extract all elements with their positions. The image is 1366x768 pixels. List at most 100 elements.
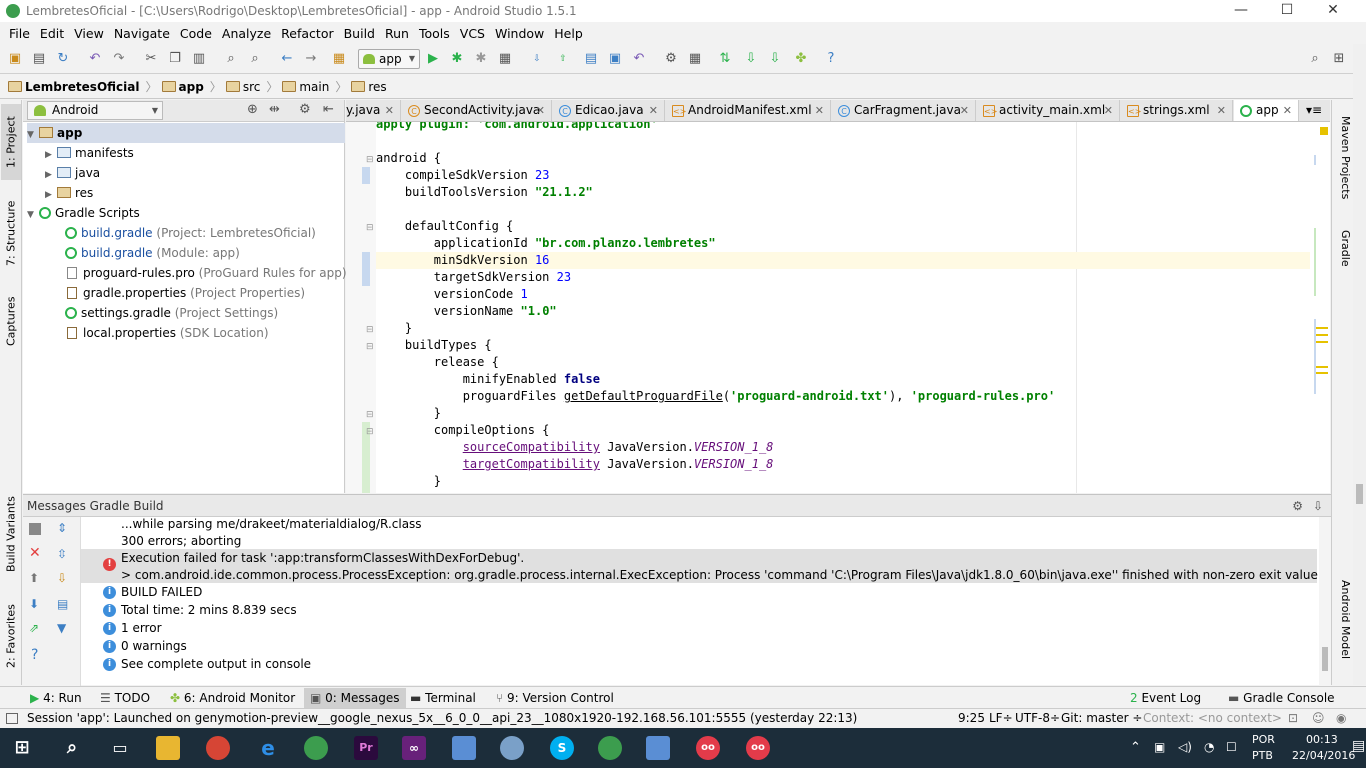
breadcrumb-item-project[interactable]: LembretesOficial 〉 bbox=[8, 78, 158, 95]
tool-tab-android-monitor[interactable]: ✤ 6: Android Monitor bbox=[170, 689, 295, 707]
menu-code[interactable]: Code bbox=[175, 26, 217, 41]
language-indicator[interactable]: POR bbox=[1252, 733, 1275, 746]
message-line[interactable]: Execution failed for task ':app:transfor… bbox=[121, 549, 524, 567]
tool-tab-gradle-console[interactable]: ▬ Gradle Console bbox=[1228, 689, 1335, 707]
tool-tab-terminal[interactable]: ▬ Terminal bbox=[410, 689, 476, 707]
event-icon[interactable]: ◉ bbox=[1336, 709, 1346, 728]
chrome-icon[interactable] bbox=[206, 736, 230, 760]
tree-item-proguard-rules[interactable]: proguard-rules.pro (ProGuard Rules for a… bbox=[67, 263, 347, 283]
warning-mark[interactable] bbox=[1316, 366, 1328, 368]
tree-item-gradle-scripts[interactable]: ▼ Gradle Scripts bbox=[27, 203, 140, 223]
edge-icon[interactable]: e bbox=[256, 736, 280, 760]
breadcrumb-item-res[interactable]: res bbox=[351, 80, 387, 94]
file-encoding[interactable]: UTF-8÷ bbox=[1015, 709, 1060, 728]
tab-y-java[interactable]: y.java ✕ bbox=[346, 100, 401, 121]
premiere-icon[interactable]: Pr bbox=[354, 736, 378, 760]
tree-item-java[interactable]: ▶ java bbox=[45, 163, 100, 183]
inspector-icon[interactable]: ☺ bbox=[1312, 709, 1325, 728]
message-line[interactable]: See complete output in console bbox=[121, 655, 311, 673]
forward-icon[interactable]: → bbox=[302, 50, 320, 68]
gear-icon[interactable]: ⚙ bbox=[299, 102, 311, 117]
tool-tab-version-control[interactable]: ⑂ 9: Version Control bbox=[496, 689, 614, 707]
project-view-select[interactable]: Android ▼ bbox=[27, 101, 163, 120]
search-icon[interactable]: ⌕ bbox=[60, 736, 84, 760]
gear-icon[interactable]: ⚙ bbox=[1292, 495, 1303, 517]
window-scrollbar[interactable] bbox=[1353, 44, 1366, 685]
close-button[interactable]: ✕ bbox=[1310, 0, 1356, 22]
fold-icon[interactable]: ⊟ bbox=[366, 342, 374, 352]
android-studio-icon[interactable] bbox=[304, 736, 328, 760]
make-project-icon[interactable]: ▦ bbox=[330, 50, 348, 68]
collapse-all-icon[interactable]: ⇳ bbox=[57, 547, 67, 561]
cut-icon[interactable]: ✂ bbox=[142, 50, 160, 68]
warning-mark[interactable] bbox=[1316, 327, 1328, 329]
windows-start-icon[interactable]: ⊞ bbox=[10, 736, 34, 760]
vcs-commit-icon[interactable]: ⇧ bbox=[554, 50, 572, 68]
project-structure-icon[interactable]: ⚙ bbox=[662, 50, 680, 68]
redo-icon[interactable]: ↷ bbox=[110, 50, 128, 68]
status-message[interactable]: Session 'app': Launched on genymotion-pr… bbox=[27, 709, 857, 728]
breadcrumb-item-src[interactable]: src 〉 bbox=[225, 78, 278, 95]
tab-activity-main-xml[interactable]: <> activity_main.xml ✕ bbox=[977, 100, 1120, 121]
context-indicator[interactable]: Context: <no context> bbox=[1143, 709, 1282, 728]
breadcrumb-item-app[interactable]: app 〉 bbox=[161, 78, 222, 95]
run-config-select[interactable]: app ▼ bbox=[358, 49, 420, 69]
tab-secondactivity-java[interactable]: C SecondActivity.java ✕ bbox=[402, 100, 552, 121]
fold-icon[interactable]: ⊟ bbox=[366, 155, 374, 165]
wifi-icon[interactable]: ◔ bbox=[1204, 740, 1214, 754]
menu-view[interactable]: View bbox=[69, 26, 109, 41]
menu-file[interactable]: File bbox=[4, 26, 35, 41]
message-line[interactable]: Total time: 2 mins 8.839 secs bbox=[121, 601, 297, 619]
fold-icon[interactable]: ⊟ bbox=[366, 410, 374, 420]
help-icon[interactable]: ? bbox=[822, 50, 840, 68]
messages-scrollbar[interactable] bbox=[1319, 517, 1331, 686]
attach-debugger-icon[interactable]: ✱ bbox=[472, 50, 490, 68]
virtualbox-icon[interactable] bbox=[452, 736, 476, 760]
message-line[interactable]: 1 error bbox=[121, 619, 162, 637]
android-studio-2-icon[interactable] bbox=[598, 736, 622, 760]
scrollbar-thumb[interactable] bbox=[1322, 647, 1328, 671]
skype-icon[interactable]: S bbox=[550, 736, 574, 760]
tree-item-gradle-properties[interactable]: gradle.properties (Project Properties) bbox=[67, 283, 305, 303]
tab-carfragment-java[interactable]: C CarFragment.java ✕ bbox=[832, 100, 976, 121]
next-icon[interactable]: ⬇ bbox=[29, 597, 39, 611]
tool-tab-project[interactable]: 1: Project bbox=[1, 104, 21, 180]
tree-item-build-gradle-project[interactable]: build.gradle (Project: LembretesOficial) bbox=[65, 223, 316, 243]
menu-build[interactable]: Build bbox=[339, 26, 380, 41]
android-icon[interactable]: ✤ bbox=[792, 50, 810, 68]
line-separator[interactable]: LF÷ bbox=[989, 709, 1013, 728]
tree-item-settings-gradle[interactable]: settings.gradle (Project Settings) bbox=[65, 303, 278, 323]
close-icon[interactable]: ✕ bbox=[1104, 100, 1113, 121]
notifications-icon[interactable]: ☐ bbox=[1226, 740, 1237, 754]
locate-icon[interactable]: ⊕ bbox=[247, 102, 258, 117]
close-icon[interactable]: ✕ bbox=[385, 100, 394, 121]
visual-studio-icon[interactable]: ∞ bbox=[402, 736, 426, 760]
menu-edit[interactable]: Edit bbox=[35, 26, 69, 41]
tool-tab-run[interactable]: ▶ 4: Run bbox=[30, 689, 82, 707]
clock-time[interactable]: 00:13 bbox=[1306, 733, 1338, 746]
close-icon[interactable]: ✕ bbox=[1217, 100, 1226, 121]
close-icon[interactable]: ✕ bbox=[649, 100, 658, 121]
filter-icon[interactable]: ▼ bbox=[57, 621, 66, 635]
tab-edicao-java[interactable]: C Edicao.java ✕ bbox=[553, 100, 665, 121]
fold-icon[interactable]: ⊟ bbox=[366, 223, 374, 233]
lock-icon[interactable]: ⊡ bbox=[1288, 709, 1298, 728]
sync-gradle-icon[interactable]: ⇅ bbox=[716, 50, 734, 68]
breadcrumb-item-main[interactable]: main 〉 bbox=[282, 78, 347, 95]
vcs-update-icon[interactable]: ⇩ bbox=[528, 50, 546, 68]
replace-icon[interactable]: ⌕ bbox=[246, 50, 264, 68]
minimize-button[interactable]: — bbox=[1218, 0, 1264, 22]
tool-tab-structure[interactable]: 7: Structure bbox=[1, 188, 21, 278]
close-icon[interactable]: ✕ bbox=[29, 545, 41, 561]
tool-tab-android-model[interactable]: Android Model bbox=[1334, 580, 1352, 680]
android-device-monitor-icon[interactable]: ⇩ bbox=[766, 50, 784, 68]
find-icon[interactable]: ⌕ bbox=[222, 50, 240, 68]
tree-item-app[interactable]: ▼ app bbox=[27, 123, 345, 143]
tool-tab-event-log[interactable]: 2 Event Log bbox=[1130, 689, 1201, 707]
tool-tab-messages[interactable]: ▣ 0: Messages bbox=[304, 688, 406, 708]
tab-androidmanifest-xml[interactable]: <> AndroidManifest.xml ✕ bbox=[666, 100, 831, 121]
git-branch[interactable]: Git: master ÷ bbox=[1061, 709, 1142, 728]
vcs-compare-icon[interactable]: ▤ bbox=[582, 50, 600, 68]
fold-icon[interactable]: ⊟ bbox=[366, 427, 374, 437]
close-icon[interactable]: ✕ bbox=[1283, 100, 1292, 121]
